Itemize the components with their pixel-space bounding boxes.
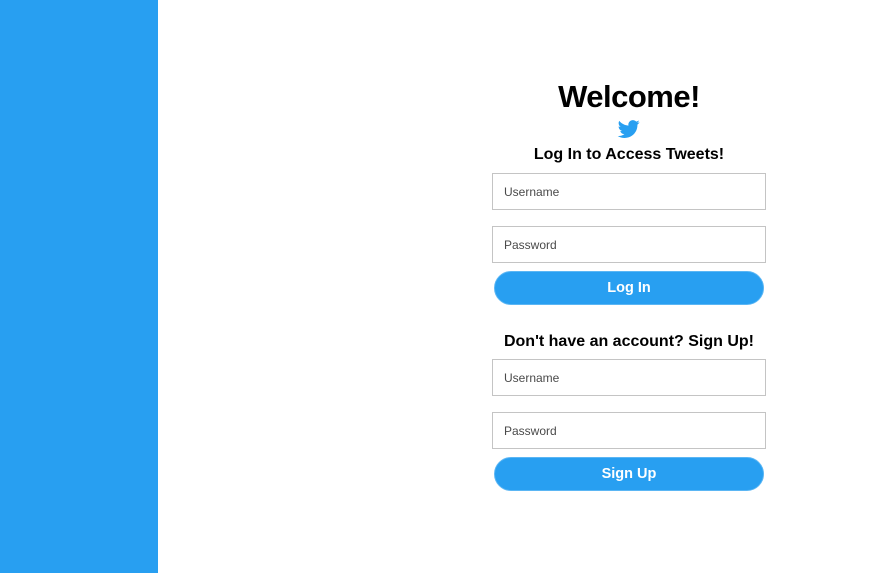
signup-username-input[interactable] bbox=[492, 359, 766, 396]
auth-panel: Welcome! Log In to Access Tweets! Log In… bbox=[492, 78, 766, 491]
sidebar bbox=[0, 0, 158, 573]
login-heading: Log In to Access Tweets! bbox=[533, 146, 725, 163]
signup-button[interactable]: Sign Up bbox=[494, 457, 764, 491]
page-title: Welcome! bbox=[558, 79, 700, 114]
login-password-input[interactable] bbox=[492, 226, 766, 263]
signup-heading: Don't have an account? Sign Up! bbox=[503, 333, 755, 350]
signup-password-input[interactable] bbox=[492, 412, 766, 449]
login-button[interactable]: Log In bbox=[494, 271, 764, 305]
login-username-input[interactable] bbox=[492, 173, 766, 210]
twitter-bird-icon bbox=[617, 120, 640, 138]
